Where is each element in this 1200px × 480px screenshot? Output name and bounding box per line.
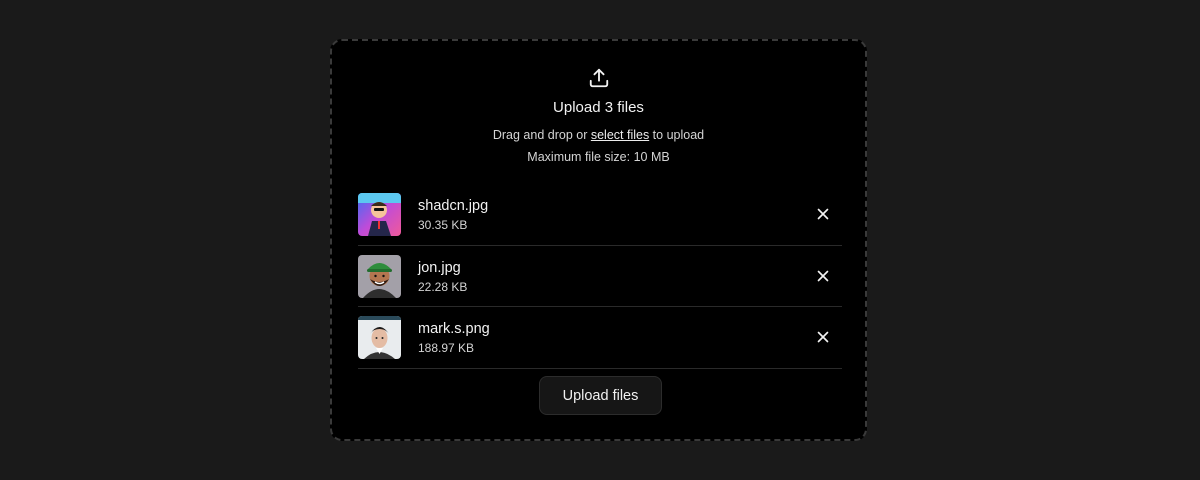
- file-name: shadcn.jpg: [418, 198, 489, 214]
- file-dropzone[interactable]: Upload 3 files Drag and drop or select f…: [330, 39, 867, 441]
- file-thumbnail: [358, 316, 401, 359]
- upload-title: Upload 3 files: [553, 99, 644, 116]
- file-name: jon.jpg: [418, 259, 461, 276]
- upload-instructions: Drag and drop or select files to upload: [332, 128, 865, 142]
- close-icon[interactable]: [814, 205, 832, 223]
- file-thumbnail: [358, 193, 401, 236]
- close-icon[interactable]: [814, 328, 832, 346]
- close-icon[interactable]: [814, 267, 832, 285]
- instructions-prefix: Drag and drop or: [492, 128, 591, 142]
- upload-icon: [589, 68, 609, 88]
- select-files-link[interactable]: select files: [591, 128, 649, 142]
- file-name: mark.s.png: [418, 321, 490, 337]
- file-thumbnail: [358, 254, 401, 298]
- file-item: mark.s.png 188.97 KB: [358, 307, 842, 369]
- file-size: 188.97 KB: [418, 341, 475, 355]
- max-file-size-text: Maximum file size: 10 MB: [527, 150, 670, 164]
- file-size: 22.28 KB: [418, 279, 468, 294]
- file-size: 30.35 KB: [418, 218, 468, 232]
- instructions-suffix: to upload: [649, 128, 705, 142]
- upload-files-button[interactable]: Upload files: [539, 376, 662, 415]
- file-item: jon.jpg 22.28 KB: [358, 246, 842, 307]
- file-list: shadcn.jpg 30.35 KB jon.jpg 22.28 KB mar…: [358, 184, 842, 369]
- file-item: shadcn.jpg 30.35 KB: [358, 184, 842, 246]
